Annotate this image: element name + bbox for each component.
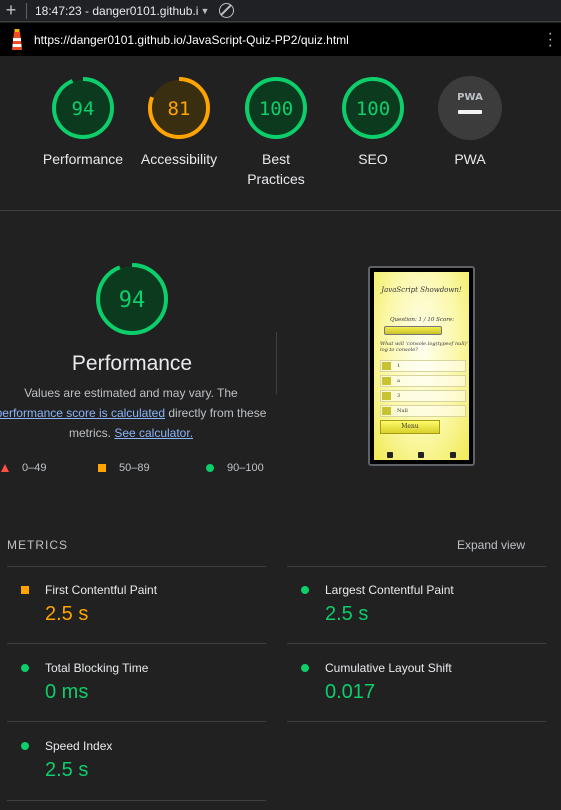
url-bar: https://danger0101.github.io/JavaScript-… [0,23,561,56]
screenshot-option: 3 [380,390,466,402]
legend-average-label: 50–89 [119,462,150,474]
screenshot-menu-button: Menu [380,420,440,434]
legend-good: 90–100 [205,462,264,474]
metric-name: Largest Contentful Paint [325,583,454,597]
metric-divider [7,800,266,801]
tab-dropdown-icon[interactable]: ▼ [200,6,209,16]
performance-title: Performance [71,352,193,375]
square-orange-icon [98,464,106,472]
tab-bar: + 18:47:23 - danger0101.github.i ▼ [0,0,561,22]
gauge-accessibility-ring: 81 [148,77,210,139]
circle-green-icon [301,586,309,594]
performance-description: Values are estimated and may vary. The p… [0,383,272,443]
section-divider [276,332,277,394]
screenshot-option-text: 3 [397,393,401,399]
gauge-seo-ring: 100 [342,77,404,139]
metric-divider [7,721,266,722]
metric-divider [287,721,546,722]
metric-value: 2.5 s [45,759,89,781]
score-calculated-link[interactable]: performance score is calculated [0,406,165,420]
screenshot-option: a [380,375,466,387]
more-menu-icon[interactable]: · · · [548,26,553,54]
metric-name: Speed Index [45,739,113,753]
legend-poor-label: 0–49 [22,462,47,474]
screenshot-option: 1 [380,360,466,372]
final-screenshot[interactable]: JavaScript Showdown! Question: 1 / 10 Sc… [368,266,475,466]
desc-text-1: Values are estimated and may vary. The [24,386,238,400]
screenshot-option-text: a [397,378,400,384]
circle-green-icon [206,464,214,472]
metric-divider [287,643,546,644]
screenshot-question: Question: 1 / 10 Score: [390,317,455,323]
metric-divider [7,566,266,567]
pwa-badge-icon: PWA [438,76,502,140]
gauge-seo-score: 100 [356,98,390,120]
gauge-best-practices-label: Best Practices [247,151,305,187]
circle-green-icon [21,664,29,672]
screenshot-footer-icons [374,452,469,458]
metric-divider [287,566,546,567]
circle-green-icon [21,742,29,750]
gauge-accessibility[interactable]: 81 Accessibility [129,76,229,169]
metric-value: 2.5 s [325,603,369,625]
legend-poor: 0–49 [0,462,46,474]
gauge-best-practices-ring: 100 [245,77,307,139]
expand-view-toggle[interactable]: Expand view [457,538,525,552]
metric-name: First Contentful Paint [45,583,158,597]
tab-title[interactable]: 18:47:23 - danger0101.github.i [35,4,198,18]
circle-green-icon [301,664,309,672]
footer-icon [386,452,393,458]
gauge-pwa-label: PWA [454,151,486,167]
metric-name: Total Blocking Time [45,661,149,675]
metric-name: Cumulative Layout Shift [325,661,452,675]
tab-divider [26,2,27,19]
gauge-best-practices[interactable]: 100 Best Practices [226,76,326,189]
square-orange-icon [21,586,29,594]
gauge-pwa[interactable]: PWA PWA [420,76,520,169]
gauge-performance-ring: 94 [52,77,114,139]
gauge-seo-label: SEO [358,151,388,167]
metric-divider [7,643,266,644]
screenshot-option-text: 1 [397,363,401,369]
screenshot-option: Null [380,405,466,417]
screenshot-progress-bar [384,326,442,335]
triangle-red-icon [1,464,9,472]
screenshot-option-text: Null [397,408,408,414]
gauge-best-practices-score: 100 [259,98,293,120]
gauge-performance-label: Performance [42,151,124,167]
lighthouse-logo-icon [0,23,34,56]
gauge-performance-score: 94 [72,98,95,120]
category-gauges: 94 Performance 81 Accessibility 100 Best… [0,56,561,211]
metric-value: 2.5 s [45,603,89,625]
performance-summary: 94 Performance [0,262,264,376]
metrics-heading: METRICS [7,538,68,552]
new-tab-icon[interactable]: + [0,0,22,22]
pwa-badge-text: PWA [457,92,483,103]
performance-gauge-large: 94 [96,263,168,335]
legend-average: 50–89 [97,462,150,474]
gauge-accessibility-label: Accessibility [140,151,218,167]
metric-value: 0 ms [45,681,89,703]
gauge-accessibility-score: 81 [168,98,191,120]
url-text[interactable]: https://danger0101.github.io/JavaScript-… [34,33,349,47]
gauge-performance[interactable]: 94 Performance [33,76,133,169]
footer-icon [450,452,457,458]
screenshot-page: JavaScript Showdown! Question: 1 / 10 Sc… [374,272,469,460]
gauge-seo[interactable]: 100 SEO [323,76,423,169]
legend-good-label: 90–100 [227,462,264,474]
see-calculator-link[interactable]: See calculator. [114,426,193,440]
screenshot-question-text: What will 'console.log(typeof null)' log… [380,341,468,353]
screenshot-title: JavaScript Showdown! [381,286,462,294]
footer-icon [418,452,425,458]
blocked-icon[interactable] [219,3,235,18]
performance-score-large: 94 [119,288,146,313]
metric-value: 0.017 [325,681,376,703]
